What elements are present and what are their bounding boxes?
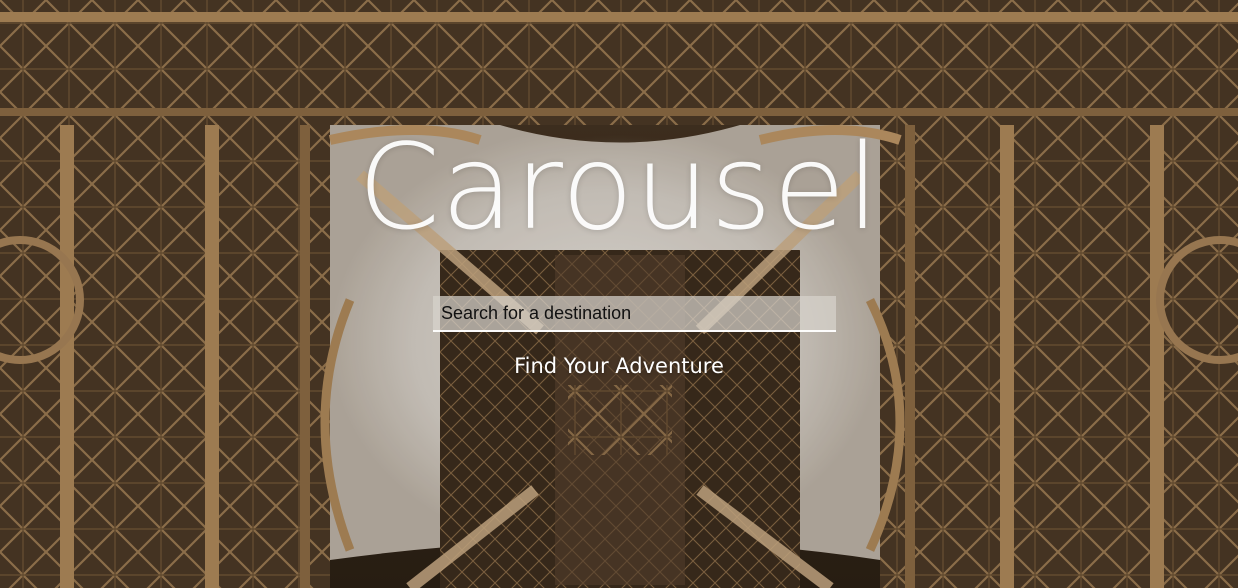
eiffel-tower-background-image — [0, 0, 1238, 588]
find-your-adventure-button[interactable]: Find Your Adventure — [510, 352, 728, 380]
hero-section: Carousel Find Your Adventure — [0, 0, 1238, 588]
search-field[interactable] — [433, 296, 836, 332]
search-input[interactable] — [433, 296, 836, 330]
brand-title: Carousel — [357, 118, 881, 256]
